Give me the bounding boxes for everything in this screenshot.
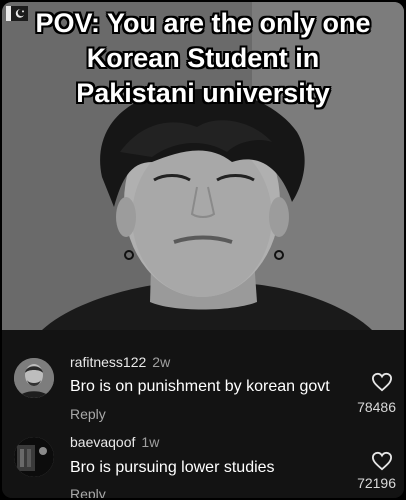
comments-section: rafitness122 2w Bro is on punishment by k… xyxy=(2,330,404,498)
comment-item: baevaqoof 1w Bro is pursuing lower studie… xyxy=(2,414,404,498)
comment-timestamp: 1w xyxy=(141,434,160,450)
reel-frame: POV: You are the only one Korean Student… xyxy=(2,2,404,498)
heart-outline-icon[interactable] xyxy=(371,451,393,471)
caption-overlay: POV: You are the only one Korean Student… xyxy=(2,6,404,111)
comment-username[interactable]: baevaqoof xyxy=(70,434,135,450)
caption-line-3-text: Pakistani university xyxy=(76,78,330,108)
reply-button[interactable]: Reply xyxy=(70,486,106,498)
caption-line-1: POV: You are the only one xyxy=(35,8,371,38)
comment-text: Bro is pursuing lower studies xyxy=(70,459,275,476)
comment-username-row: rafitness122 2w xyxy=(70,354,170,370)
avatar[interactable] xyxy=(14,437,54,477)
comment-item: rafitness122 2w Bro is on punishment by k… xyxy=(2,330,404,422)
video-thumbnail[interactable]: POV: You are the only one Korean Student… xyxy=(2,2,404,330)
comment-timestamp: 2w xyxy=(152,354,171,370)
avatar[interactable] xyxy=(14,358,54,398)
comment-username-row: baevaqoof 1w xyxy=(70,434,159,450)
caption-line-3: Pakistani university xyxy=(2,6,404,111)
avatar-image xyxy=(14,437,54,477)
like-count: 72196 xyxy=(357,475,396,491)
like-count: 78486 xyxy=(357,399,396,415)
heart-outline-icon[interactable] xyxy=(371,372,393,392)
comment-username[interactable]: rafitness122 xyxy=(70,354,146,370)
comment-text: Bro is on punishment by korean govt xyxy=(70,378,330,395)
pakistan-flag-icon xyxy=(6,6,28,21)
caption-line-2: Korean Student in xyxy=(86,43,320,73)
avatar-image xyxy=(14,358,54,398)
